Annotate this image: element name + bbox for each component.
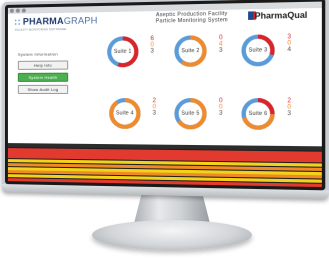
suite-6-ring[interactable]: Suite 6 (239, 96, 277, 132)
suite-6-counts: 203 (278, 98, 300, 117)
pharmagraph-logo: PHARMAGRAPH (14, 15, 98, 27)
suite-label: Suite 6 (239, 96, 277, 132)
screen: PHARMAGRAPH FACILITY MONITORING SOFTWARE… (8, 2, 322, 188)
suite-4-counts: 203 (144, 98, 165, 117)
counter-count: 3 (142, 48, 163, 54)
suite-label: Suite 3 (239, 32, 277, 68)
counter-count: 4 (278, 47, 300, 54)
alarm-table (8, 143, 322, 187)
suite-2-ring[interactable]: Suite 2 (172, 33, 209, 69)
window-control-icon[interactable] (16, 9, 20, 13)
suite-label: Suite 5 (172, 96, 209, 132)
pharmaqual-logo: PharmaQual (248, 10, 307, 21)
suite-5-ring[interactable]: Suite 5 (172, 96, 209, 132)
pharmaqual-mark-icon (248, 11, 254, 20)
suite-3-counts: 304 (278, 34, 300, 53)
monitor-bezel: PHARMAGRAPH FACILITY MONITORING SOFTWARE… (5, 0, 325, 190)
logo-dots-icon (14, 19, 21, 26)
counter-count: 3 (144, 110, 165, 116)
suite-3-ring[interactable]: Suite 3 (239, 32, 277, 68)
suite-1-ring[interactable]: Suite 1 (105, 34, 140, 69)
monitor-stand-base (92, 220, 252, 250)
suite-label: Suite 1 (105, 34, 140, 69)
show-audit-log-button[interactable]: Show Audit Log (18, 85, 68, 94)
page-title: Aseptic Production Facility Particle Mon… (128, 10, 257, 25)
window-control-icon[interactable] (10, 9, 14, 13)
suite-2-counts: 043 (210, 35, 232, 54)
system-health-button[interactable]: System Health (18, 73, 68, 82)
suite-label: Suite 4 (107, 96, 142, 131)
counter-count: 3 (210, 48, 232, 55)
window-control-icon[interactable] (22, 9, 26, 13)
suite-4-ring[interactable]: Suite 4 (107, 96, 142, 131)
suite-1-counts: 603 (142, 36, 163, 55)
help-info-button[interactable]: Help Info (18, 60, 68, 69)
logo-tagline: FACILITY MONITORING SOFTWARE (15, 27, 66, 32)
suite-label: Suite 2 (172, 33, 209, 69)
counter-count: 3 (278, 111, 300, 117)
counter-count: 3 (210, 111, 232, 117)
monitor: PHARMAGRAPH FACILITY MONITORING SOFTWARE… (2, 0, 329, 199)
suite-5-counts: 003 (210, 98, 232, 117)
system-information-label: System Information (18, 51, 58, 56)
